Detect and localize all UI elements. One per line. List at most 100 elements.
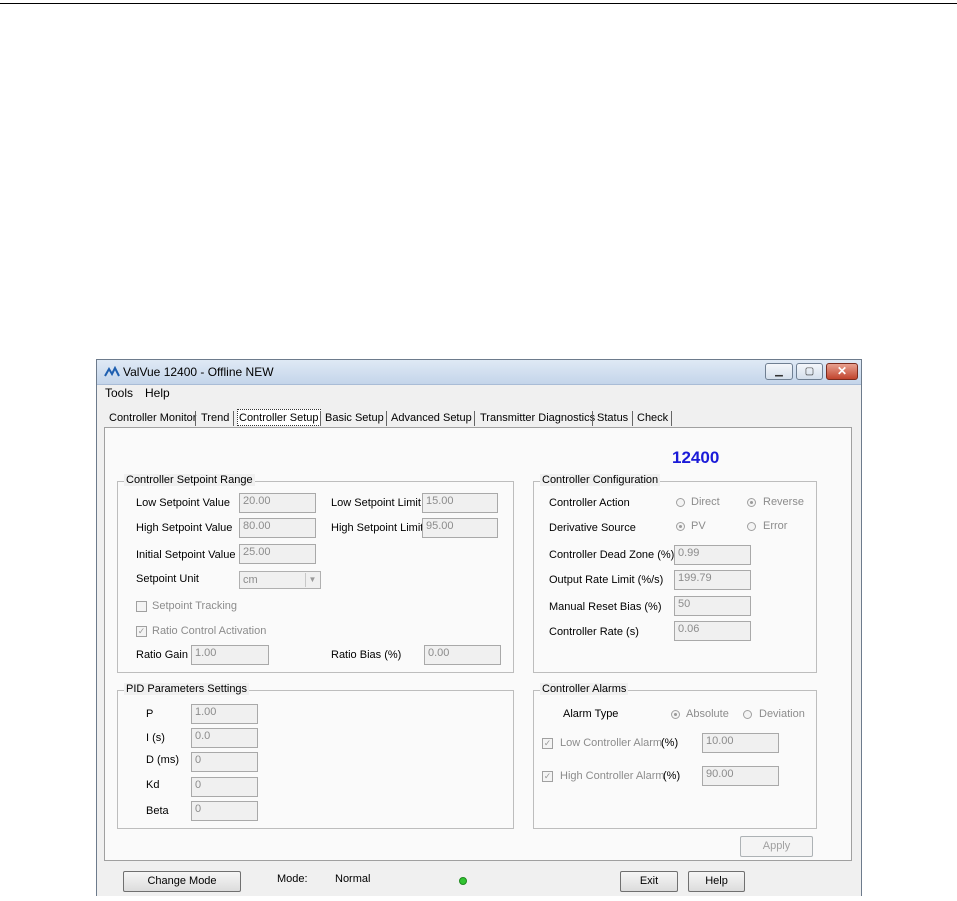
tab-advanced-setup[interactable]: Advanced Setup bbox=[391, 409, 472, 427]
high-controller-alarm-checkbox[interactable]: ✓ bbox=[542, 771, 553, 782]
beta-field[interactable]: 0 bbox=[191, 801, 258, 821]
setpoint-tracking-checkbox[interactable] bbox=[136, 601, 147, 612]
high-alarm-unit: (%) bbox=[663, 770, 681, 782]
manual-reset-bias-field[interactable]: 50 bbox=[674, 596, 751, 616]
menu-bar: Tools Help bbox=[97, 385, 861, 403]
derivative-source-label: Derivative Source bbox=[549, 522, 636, 534]
apply-button[interactable]: Apply bbox=[740, 836, 813, 857]
tab-trend[interactable]: Trend bbox=[201, 409, 229, 427]
menu-tools[interactable]: Tools bbox=[105, 386, 133, 400]
tab-check[interactable]: Check bbox=[637, 409, 668, 427]
ratio-bias-field[interactable]: 0.00 bbox=[424, 645, 501, 665]
tab-basic-setup[interactable]: Basic Setup bbox=[325, 409, 384, 427]
controller-rate-label: Controller Rate (s) bbox=[549, 626, 639, 638]
high-setpoint-value-field[interactable]: 80.00 bbox=[239, 518, 316, 538]
dead-zone-label: Controller Dead Zone (%) bbox=[549, 549, 675, 561]
tab-separator bbox=[195, 411, 196, 426]
i-field[interactable]: 0.0 bbox=[191, 728, 258, 748]
setpoint-unit-select[interactable]: cm ▼ bbox=[239, 571, 321, 589]
pid-parameters-title: PID Parameters Settings bbox=[124, 683, 250, 695]
low-setpoint-value-label: Low Setpoint Value bbox=[136, 497, 230, 509]
tab-separator bbox=[671, 411, 672, 426]
initial-setpoint-value-label: Initial Setpoint Value bbox=[136, 549, 236, 561]
alarm-absolute-label: Absolute bbox=[686, 708, 729, 720]
controller-alarms-title: Controller Alarms bbox=[540, 683, 629, 695]
status-led-indicator bbox=[459, 877, 467, 885]
output-rate-limit-label: Output Rate Limit (%/s) bbox=[549, 574, 664, 586]
low-controller-alarm-label: Low Controller Alarm bbox=[560, 737, 663, 749]
p-label: P bbox=[146, 708, 154, 720]
ratio-gain-field[interactable]: 1.00 bbox=[191, 645, 269, 665]
minimize-button[interactable]: ▁ bbox=[765, 363, 793, 380]
valvue-logo-icon bbox=[104, 366, 120, 377]
alarm-type-label: Alarm Type bbox=[563, 708, 619, 720]
title-bar: ValVue 12400 - Offline NEW ▁ ▢ ✕ bbox=[97, 360, 861, 385]
d-field[interactable]: 0 bbox=[191, 752, 258, 772]
tab-separator bbox=[474, 411, 475, 426]
tab-separator bbox=[233, 411, 234, 426]
high-setpoint-value-label: High Setpoint Value bbox=[136, 522, 233, 534]
controller-rate-field[interactable]: 0.06 bbox=[674, 621, 751, 641]
setpoint-tracking-label: Setpoint Tracking bbox=[152, 600, 237, 612]
beta-label: Beta bbox=[146, 805, 169, 817]
help-button[interactable]: Help bbox=[688, 871, 745, 892]
ratio-control-activation-label: Ratio Control Activation bbox=[152, 625, 267, 637]
low-setpoint-limit-field[interactable]: 15.00 bbox=[422, 493, 498, 513]
low-controller-alarm-field[interactable]: 10.00 bbox=[702, 733, 779, 753]
minimize-icon: ▁ bbox=[775, 366, 783, 377]
high-controller-alarm-field[interactable]: 90.00 bbox=[702, 766, 779, 786]
tab-separator bbox=[386, 411, 387, 426]
tab-separator bbox=[632, 411, 633, 426]
initial-setpoint-value-field[interactable]: 25.00 bbox=[239, 544, 316, 564]
change-mode-button[interactable]: Change Mode bbox=[123, 871, 241, 892]
p-field[interactable]: 1.00 bbox=[191, 704, 258, 724]
derivative-pv-radio[interactable] bbox=[676, 522, 685, 531]
chevron-down-icon: ▼ bbox=[305, 573, 319, 587]
d-label: D (ms) bbox=[146, 754, 179, 766]
tab-separator bbox=[320, 411, 321, 426]
window-title: ValVue 12400 - Offline NEW bbox=[123, 365, 274, 379]
menu-help[interactable]: Help bbox=[145, 386, 170, 400]
maximize-icon: ▢ bbox=[804, 366, 815, 377]
tab-controller-setup[interactable]: Controller Setup bbox=[237, 409, 321, 426]
i-label: I (s) bbox=[146, 732, 165, 744]
dead-zone-field[interactable]: 0.99 bbox=[674, 545, 751, 565]
action-reverse-radio[interactable] bbox=[747, 498, 756, 507]
controller-action-label: Controller Action bbox=[549, 497, 630, 509]
top-rule bbox=[0, 3, 957, 4]
derivative-pv-label: PV bbox=[691, 520, 706, 532]
alarm-absolute-radio[interactable] bbox=[671, 710, 680, 719]
action-direct-label: Direct bbox=[691, 496, 720, 508]
manual-reset-bias-label: Manual Reset Bias (%) bbox=[549, 601, 662, 613]
tab-status[interactable]: Status bbox=[597, 409, 628, 427]
output-rate-limit-field[interactable]: 199.79 bbox=[674, 570, 751, 590]
action-direct-radio[interactable] bbox=[676, 498, 685, 507]
low-setpoint-value-field[interactable]: 20.00 bbox=[239, 493, 316, 513]
derivative-error-label: Error bbox=[763, 520, 788, 532]
action-reverse-label: Reverse bbox=[763, 496, 804, 508]
low-controller-alarm-checkbox[interactable]: ✓ bbox=[542, 738, 553, 749]
tab-separator bbox=[592, 411, 593, 426]
tab-controller-monitor[interactable]: Controller Monitor bbox=[109, 409, 196, 427]
setpoint-unit-value: cm bbox=[243, 574, 258, 586]
high-setpoint-limit-field[interactable]: 95.00 bbox=[422, 518, 498, 538]
high-setpoint-limit-label: High Setpoint Limit bbox=[331, 522, 424, 534]
derivative-error-radio[interactable] bbox=[747, 522, 756, 531]
high-controller-alarm-label: High Controller Alarm bbox=[560, 770, 665, 782]
kd-field[interactable]: 0 bbox=[191, 777, 258, 797]
device-number: 12400 bbox=[672, 448, 720, 467]
setpoint-unit-label: Setpoint Unit bbox=[136, 573, 199, 585]
low-setpoint-limit-label: Low Setpoint Limit bbox=[331, 497, 421, 509]
alarm-deviation-label: Deviation bbox=[759, 708, 805, 720]
ratio-control-activation-checkbox[interactable]: ✓ bbox=[136, 626, 147, 637]
exit-button[interactable]: Exit bbox=[620, 871, 678, 892]
maximize-button[interactable]: ▢ bbox=[796, 363, 823, 380]
tab-transmitter-diagnostics[interactable]: Transmitter Diagnostics bbox=[480, 409, 595, 427]
alarm-deviation-radio[interactable] bbox=[743, 710, 752, 719]
setpoint-range-title: Controller Setpoint Range bbox=[124, 474, 255, 486]
mode-value: Normal bbox=[335, 873, 371, 885]
kd-label: Kd bbox=[146, 779, 160, 791]
mode-label: Mode: bbox=[277, 873, 308, 885]
controller-configuration-title: Controller Configuration bbox=[540, 474, 661, 486]
close-button[interactable]: ✕ bbox=[826, 363, 858, 380]
